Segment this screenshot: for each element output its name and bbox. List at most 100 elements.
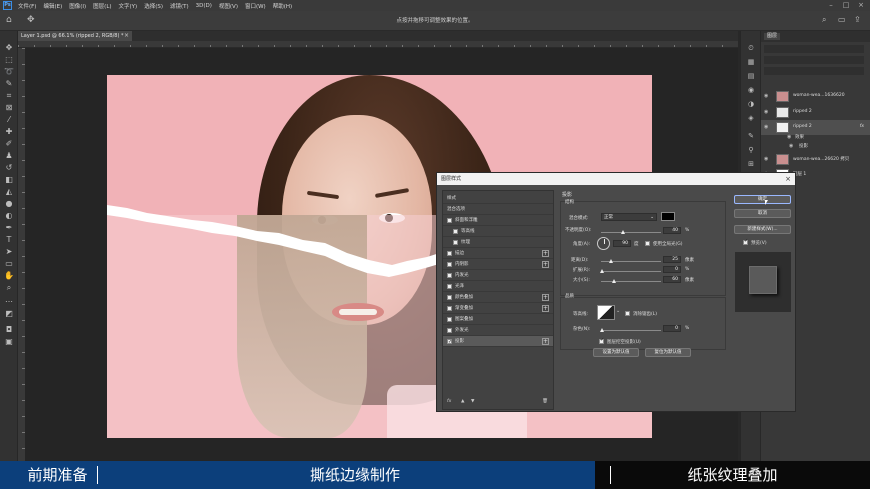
pen-icon[interactable]: ✒ xyxy=(4,223,14,233)
lasso-icon[interactable]: ➰ xyxy=(4,67,14,77)
style-checkbox-checked[interactable] xyxy=(447,337,452,348)
visibility-eye-icon[interactable]: ◉ xyxy=(764,156,768,162)
close-window-icon[interactable]: × xyxy=(856,1,866,9)
blur-icon[interactable]: ● xyxy=(4,199,14,209)
style-item-blending-options[interactable]: 混合选项 xyxy=(443,204,553,215)
style-item-outer-glow[interactable]: 外发光 xyxy=(443,325,553,336)
adjustments-icon[interactable]: ◑ xyxy=(746,99,756,109)
dodge-icon[interactable]: ◐ xyxy=(4,211,14,221)
add-style-icon[interactable]: + xyxy=(542,338,549,345)
layers-tab[interactable]: 图层 xyxy=(764,33,781,40)
opacity-slider[interactable] xyxy=(601,232,661,233)
contour-picker[interactable] xyxy=(597,305,615,320)
opacity-slider-handle[interactable] xyxy=(621,230,625,234)
menu-window[interactable]: 窗口(W) xyxy=(245,2,266,10)
cancel-button[interactable]: 取消 xyxy=(734,209,791,218)
properties-icon[interactable]: ⊞ xyxy=(746,159,756,169)
visibility-eye-icon[interactable]: ◉ xyxy=(764,93,768,99)
layer-row[interactable]: ◉ ripped 2 xyxy=(761,105,870,120)
menu-3d[interactable]: 3D(D) xyxy=(196,3,212,9)
preview-checkbox[interactable] xyxy=(743,238,748,245)
style-item-color-overlay[interactable]: 颜色叠加 + xyxy=(443,292,553,303)
add-style-icon[interactable]: + xyxy=(542,250,549,257)
angle-input[interactable]: 90 xyxy=(613,240,631,247)
distance-input[interactable]: 25 xyxy=(663,256,681,263)
brush-icon[interactable]: ✐ xyxy=(4,139,14,149)
style-checkbox[interactable] xyxy=(453,229,458,234)
add-style-icon[interactable]: + xyxy=(542,294,549,301)
blend-mode-select[interactable]: 正常 ⌄ xyxy=(601,213,657,221)
more-tools-icon[interactable]: … xyxy=(4,295,14,305)
marquee-icon[interactable]: ⬚ xyxy=(4,55,14,65)
move-down-icon[interactable]: ▼ xyxy=(471,399,474,404)
style-item-inner-glow[interactable]: 内发光 xyxy=(443,270,553,281)
share-icon[interactable]: ⇪ xyxy=(854,15,861,24)
style-checkbox[interactable] xyxy=(447,262,452,267)
layer-row[interactable]: ◉ woman-wea...1636620 xyxy=(761,89,870,104)
angle-dial[interactable] xyxy=(597,237,610,250)
eraser-icon[interactable]: ◧ xyxy=(4,175,14,185)
style-item-drop-shadow[interactable]: 投影 + xyxy=(443,336,553,348)
lock-bar[interactable] xyxy=(764,67,864,75)
spread-slider[interactable] xyxy=(601,271,661,272)
libraries-icon[interactable]: ▤ xyxy=(746,71,756,81)
style-item-contour[interactable]: 等高线 xyxy=(443,226,553,237)
size-slider[interactable] xyxy=(601,281,661,282)
quick-mask-icon[interactable]: ◘ xyxy=(4,325,14,335)
history-brush-icon[interactable]: ↺ xyxy=(4,163,14,173)
color-icon[interactable]: ◉ xyxy=(746,85,756,95)
chevron-down-icon[interactable]: ⌄ xyxy=(616,308,620,314)
noise-slider[interactable] xyxy=(601,330,661,331)
frame-icon[interactable]: ⊠ xyxy=(4,103,14,113)
swatches-icon[interactable]: ▦ xyxy=(746,57,756,67)
move-icon[interactable]: ✥ xyxy=(4,43,14,53)
style-checkbox[interactable] xyxy=(447,273,452,278)
document-tab[interactable]: Layer 1.psd @ 66.1% (ripped 2, RGB/8) * … xyxy=(18,31,132,41)
add-style-icon[interactable]: + xyxy=(542,305,549,312)
menu-type[interactable]: 文字(Y) xyxy=(119,2,138,10)
anti-alias-checkbox[interactable] xyxy=(625,311,630,316)
zoom-icon[interactable]: ⌕ xyxy=(4,283,14,293)
paths-icon[interactable]: ⚲ xyxy=(746,145,756,155)
visibility-eye-icon[interactable]: ◉ xyxy=(789,143,793,149)
style-checkbox[interactable] xyxy=(447,328,452,333)
menu-edit[interactable]: 编辑(E) xyxy=(43,2,62,10)
dialog-close-icon[interactable]: × xyxy=(785,173,791,185)
knockout-checkbox[interactable] xyxy=(599,337,604,344)
menu-layer[interactable]: 图层(L) xyxy=(93,2,111,10)
color-swatches-icon[interactable]: ◩ xyxy=(4,309,14,319)
set-default-button[interactable]: 设置为默认值 xyxy=(593,348,639,357)
style-item-pattern-overlay[interactable]: 图案叠加 xyxy=(443,314,553,325)
ok-button[interactable]: 确定 xyxy=(734,195,791,204)
shadow-color-swatch[interactable] xyxy=(661,212,675,221)
add-style-icon[interactable]: + xyxy=(542,261,549,268)
layer-row[interactable]: ◉ woman-wea...26620 拷贝 xyxy=(761,152,870,167)
visibility-eye-icon[interactable]: ◉ xyxy=(764,109,768,115)
clone-stamp-icon[interactable]: ♟ xyxy=(4,151,14,161)
fx-menu-icon[interactable]: fx xyxy=(447,399,451,404)
move-up-icon[interactable]: ▲ xyxy=(461,399,464,404)
style-item-styles[interactable]: 样式 xyxy=(443,193,553,204)
rectangle-icon[interactable]: ▭ xyxy=(4,259,14,269)
new-style-button[interactable]: 新建样式(W)... xyxy=(734,225,791,234)
menu-view[interactable]: 视图(V) xyxy=(219,2,238,10)
drop-shadow-effect-row[interactable]: ◉ 投影 xyxy=(761,141,870,151)
crop-icon[interactable]: ⌗ xyxy=(4,91,14,101)
workspace-icon[interactable]: ▭ xyxy=(838,15,846,24)
style-checkbox[interactable] xyxy=(447,284,452,289)
healing-brush-icon[interactable]: ✚ xyxy=(4,127,14,137)
menu-filter[interactable]: 滤镜(T) xyxy=(170,2,189,10)
opacity-input[interactable]: 40 xyxy=(663,227,681,234)
style-checkbox[interactable] xyxy=(453,240,458,245)
style-item-stroke[interactable]: 描边 + xyxy=(443,248,553,259)
style-checkbox[interactable] xyxy=(447,218,452,223)
size-slider-handle[interactable] xyxy=(612,279,616,283)
visibility-eye-icon[interactable]: ◉ xyxy=(787,134,791,140)
close-tab-icon[interactable]: × xyxy=(124,31,129,41)
style-item-texture[interactable]: 纹理 xyxy=(443,237,553,248)
menu-image[interactable]: 图像(I) xyxy=(69,2,86,10)
blend-mode-bar[interactable] xyxy=(764,56,864,64)
style-checkbox[interactable] xyxy=(447,295,452,300)
style-item-inner-shadow[interactable]: 内阴影 + xyxy=(443,259,553,270)
size-input[interactable]: 60 xyxy=(663,276,681,283)
